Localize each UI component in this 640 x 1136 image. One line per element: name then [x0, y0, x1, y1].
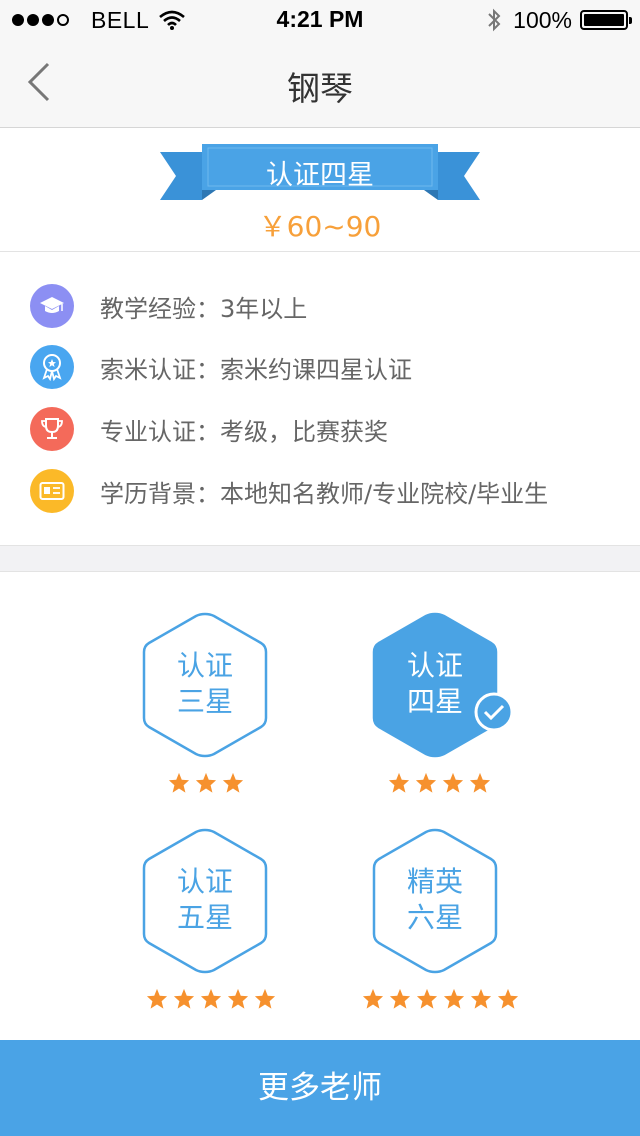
badge-level-6[interactable]: 精英 六星 [370, 826, 500, 976]
star-rating [146, 988, 276, 1010]
info-row-experience: 教学经验： 3年以上 [30, 282, 307, 330]
trophy-icon [30, 407, 74, 451]
ribbon-label: 认证四星 [266, 160, 374, 191]
battery-icon [580, 10, 632, 30]
level-header: 认证四星 ￥60~90 [0, 128, 640, 252]
badge-line1: 认证 [176, 865, 233, 898]
star-rating [362, 988, 519, 1010]
star-rating [168, 772, 244, 794]
info-value: 索米约课四星认证 [220, 355, 412, 384]
star-icon [389, 988, 411, 1009]
badge-level-3[interactable]: 认证 三星 [140, 610, 270, 760]
graduation-cap-icon [30, 284, 74, 328]
checkmark-icon [474, 692, 514, 732]
info-row-education: 学历背景： 本地知名教师/专业院校/毕业生 [30, 467, 548, 515]
info-label: 索米认证： [100, 355, 220, 384]
star-icon [168, 772, 190, 793]
level-ribbon: 认证四星 [160, 142, 480, 202]
star-icon [469, 772, 491, 793]
star-icon [415, 772, 437, 793]
star-icon [362, 988, 384, 1009]
star-icon [227, 988, 249, 1009]
badge-line1: 认证 [406, 649, 463, 682]
star-icon [222, 772, 244, 793]
badge-line2: 三星 [176, 685, 233, 718]
page-title: 钢琴 [287, 69, 353, 108]
info-label: 教学经验： [100, 294, 220, 323]
status-right: 100% [487, 6, 632, 34]
badge-line2: 六星 [406, 901, 463, 934]
info-label: 学历背景： [100, 479, 220, 508]
star-icon [200, 988, 222, 1009]
bluetooth-icon [488, 8, 501, 32]
star-icon [173, 988, 195, 1009]
status-bar: BELL 4:21 PM 100% [0, 0, 640, 40]
badge-line1: 认证 [176, 649, 233, 682]
info-value: 本地知名教师/专业院校/毕业生 [220, 479, 549, 508]
badge-level-4[interactable]: 认证 四星 [370, 610, 514, 760]
star-icon [443, 988, 465, 1009]
info-value: 3年以上 [220, 294, 308, 323]
info-row-professional: 专业认证： 考级，比赛获奖 [30, 405, 388, 453]
section-divider [0, 545, 640, 572]
badge-level-5[interactable]: 认证 五星 [140, 826, 270, 976]
award-ribbon-icon [30, 345, 74, 389]
star-icon [254, 988, 276, 1009]
teacher-info-list: 教学经验： 3年以上 索米认证： 索米约课四星认证 专业认证： 考级，比赛获奖 … [0, 253, 640, 545]
level-badge-grid: 认证 三星 认证 四星 认证 五星 精英 六星 [0, 572, 640, 1040]
price-range: ￥60~90 [258, 210, 382, 243]
star-icon [442, 772, 464, 793]
info-row-certification: 索米认证： 索米约课四星认证 [30, 343, 412, 391]
star-rating [388, 772, 491, 794]
info-value: 考级，比赛获奖 [220, 417, 388, 446]
star-icon [388, 772, 410, 793]
star-icon [146, 988, 168, 1009]
star-icon [470, 988, 492, 1009]
id-card-icon [30, 469, 74, 513]
more-teachers-button[interactable]: 更多老师 [0, 1040, 640, 1136]
nav-bar: 钢琴 [0, 40, 640, 128]
battery-percent: 100% [513, 6, 572, 33]
badge-line1: 精英 [406, 865, 463, 898]
info-label: 专业认证： [100, 417, 220, 446]
badge-line2: 五星 [176, 901, 233, 934]
star-icon [416, 988, 438, 1009]
star-icon [195, 772, 217, 793]
star-icon [497, 988, 519, 1009]
